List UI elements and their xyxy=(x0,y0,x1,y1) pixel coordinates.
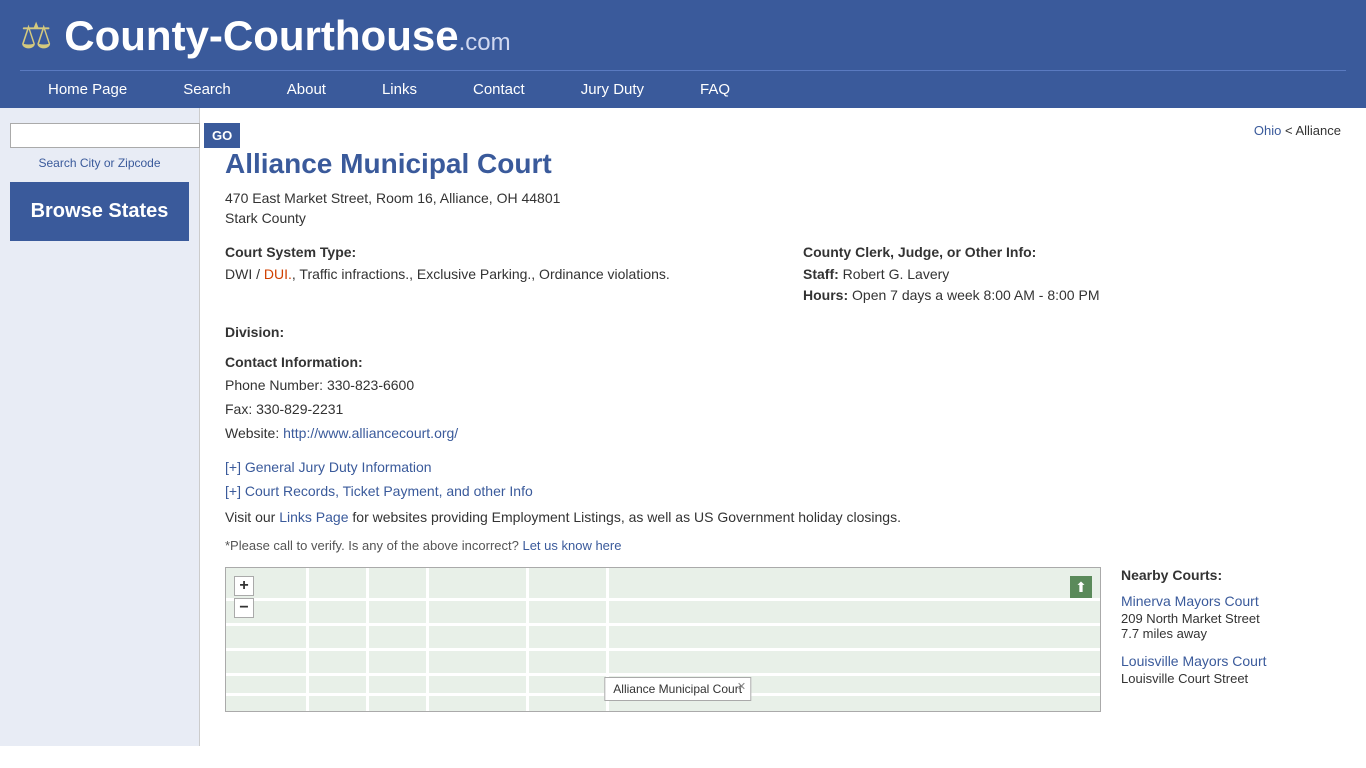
division-section: Division: xyxy=(225,324,1341,340)
court-title: Alliance Municipal Court xyxy=(225,148,1341,180)
road-h3 xyxy=(226,648,1100,651)
fax-line: Fax: 330-829-2231 xyxy=(225,398,1341,422)
system-type-value: DWI / DUI., Traffic infractions., Exclus… xyxy=(225,264,763,285)
map-label: ✕ Alliance Municipal Court xyxy=(604,677,751,701)
road-v4 xyxy=(526,568,529,711)
nav-search[interactable]: Search xyxy=(155,71,259,108)
site-header: ⚖ County-Courthouse.com Home Page Search… xyxy=(0,0,1366,108)
map-nearby-section: + − ⬆ ✕ Alliance Municipal Court Nearby … xyxy=(225,567,1341,712)
nearby-court-2-addr: Louisville Court Street xyxy=(1121,671,1341,686)
court-county: Stark County xyxy=(225,210,1341,226)
browse-states-button[interactable]: Browse States xyxy=(10,182,189,241)
search-input[interactable] xyxy=(10,123,200,148)
map-background: + − ⬆ ✕ Alliance Municipal Court xyxy=(226,568,1100,711)
breadcrumb-separator: < xyxy=(1281,123,1295,138)
info-right: County Clerk, Judge, or Other Info: Staf… xyxy=(803,244,1341,306)
road-h2 xyxy=(226,623,1100,626)
main-nav: Home Page Search About Links Contact Jur… xyxy=(20,70,1346,108)
nearby-courts: Nearby Courts: Minerva Mayors Court 209 … xyxy=(1121,567,1341,712)
main-content: Ohio < Alliance Alliance Municipal Court… xyxy=(200,108,1366,746)
info-left: Court System Type: DWI / DUI., Traffic i… xyxy=(225,244,763,306)
road-v3 xyxy=(426,568,429,711)
staff-value: Staff: Robert G. Lavery xyxy=(803,264,1341,285)
breadcrumb-city: Alliance xyxy=(1295,123,1341,138)
division-label: Division: xyxy=(225,324,1341,340)
nearby-court-1-dist: 7.7 miles away xyxy=(1121,626,1341,641)
visit-text: Visit our Links Page for websites provid… xyxy=(225,507,1341,528)
nav-contact[interactable]: Contact xyxy=(445,71,553,108)
map-share-icon[interactable]: ⬆ xyxy=(1070,576,1092,598)
nearby-court-2-name[interactable]: Louisville Mayors Court xyxy=(1121,653,1341,669)
sidebar: GO Search City or Zipcode Browse States xyxy=(0,108,200,746)
staff-label: County Clerk, Judge, or Other Info: xyxy=(803,244,1341,260)
phone-line: Phone Number: 330-823-6600 xyxy=(225,374,1341,398)
road-h4 xyxy=(226,673,1100,676)
website-line: Website: http://www.alliancecourt.org/ xyxy=(225,422,1341,446)
nearby-court-1-addr: 209 North Market Street xyxy=(1121,611,1341,626)
nearby-court-1-name[interactable]: Minerva Mayors Court xyxy=(1121,593,1341,609)
scales-icon: ⚖ xyxy=(20,15,52,57)
verify-text: *Please call to verify. Is any of the ab… xyxy=(225,538,1341,553)
info-grid: Court System Type: DWI / DUI., Traffic i… xyxy=(225,244,1341,306)
hours-value: Hours: Open 7 days a week 8:00 AM - 8:00… xyxy=(803,285,1341,306)
jury-duty-link[interactable]: [+] General Jury Duty Information xyxy=(225,459,1341,475)
nav-home[interactable]: Home Page xyxy=(20,71,155,108)
search-box: GO xyxy=(10,123,189,148)
nav-links[interactable]: Links xyxy=(354,71,445,108)
map-zoom-in[interactable]: + xyxy=(234,576,254,596)
breadcrumb: Ohio < Alliance xyxy=(225,123,1341,138)
contact-label: Contact Information: xyxy=(225,354,1341,370)
map-close-icon[interactable]: ✕ xyxy=(737,680,746,693)
nearby-title: Nearby Courts: xyxy=(1121,567,1341,583)
road-v2 xyxy=(366,568,369,711)
dui-link[interactable]: DUI. xyxy=(264,266,292,282)
links-page-link[interactable]: Links Page xyxy=(279,509,348,525)
nav-about[interactable]: About xyxy=(259,71,354,108)
road-h1 xyxy=(226,598,1100,601)
search-label: Search City or Zipcode xyxy=(10,156,189,170)
site-logo: County-Courthouse.com xyxy=(64,12,510,60)
court-address: 470 East Market Street, Room 16, Allianc… xyxy=(225,190,1341,206)
contact-section: Contact Information: Phone Number: 330-8… xyxy=(225,354,1341,445)
road-v1 xyxy=(306,568,309,711)
let-us-know-link[interactable]: Let us know here xyxy=(522,538,621,553)
website-link[interactable]: http://www.alliancecourt.org/ xyxy=(283,425,458,441)
court-records-link[interactable]: [+] Court Records, Ticket Payment, and o… xyxy=(225,483,1341,499)
nav-jury-duty[interactable]: Jury Duty xyxy=(553,71,672,108)
nav-faq[interactable]: FAQ xyxy=(672,71,758,108)
logo-area: ⚖ County-Courthouse.com xyxy=(20,12,1346,70)
breadcrumb-state[interactable]: Ohio xyxy=(1254,123,1281,138)
map-zoom-out[interactable]: − xyxy=(234,598,254,618)
map-container: + − ⬆ ✕ Alliance Municipal Court xyxy=(225,567,1101,712)
system-type-label: Court System Type: xyxy=(225,244,763,260)
main-layout: GO Search City or Zipcode Browse States … xyxy=(0,108,1366,746)
